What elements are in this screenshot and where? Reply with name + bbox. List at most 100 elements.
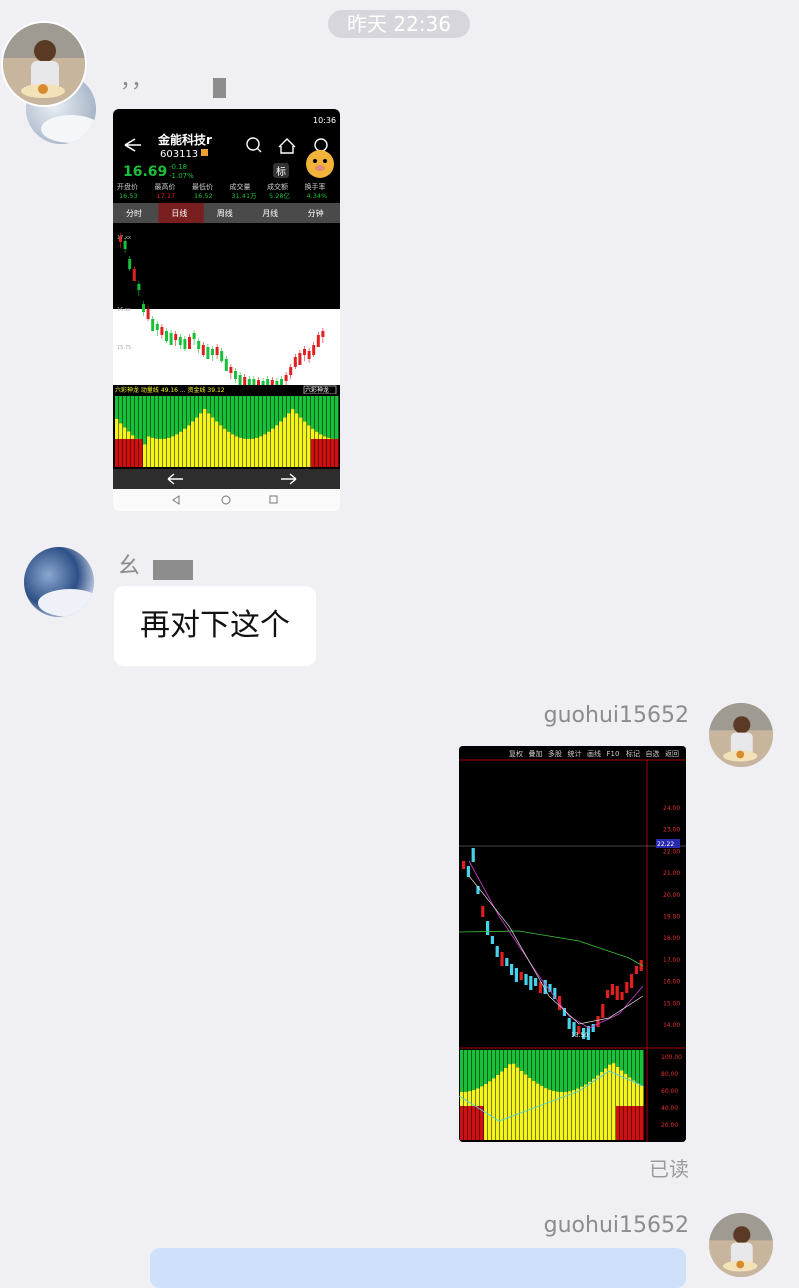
- candle: [466, 866, 470, 877]
- candle: [495, 946, 499, 957]
- svg-text:20.00: 20.00: [661, 1122, 678, 1129]
- stat-value: 31.41万: [232, 192, 258, 200]
- candle: [481, 906, 485, 917]
- stock-name: 金能科技r: [157, 132, 212, 147]
- toolbar-item[interactable]: 叠加: [529, 749, 543, 758]
- svg-text:17.00: 17.00: [663, 957, 680, 964]
- svg-text:15.00: 15.00: [663, 1000, 680, 1007]
- sender-name: 幺: [118, 554, 141, 579]
- read-status: 已读: [649, 1157, 689, 1181]
- stock-change: -0.18: [169, 163, 187, 171]
- candle: [620, 992, 624, 1000]
- avatar-other[interactable]: [24, 547, 94, 617]
- candle: [615, 986, 619, 1000]
- candle: [462, 861, 466, 869]
- person-avatar-icon: [709, 1213, 773, 1277]
- svg-text:18.00: 18.00: [663, 935, 680, 942]
- tab-0[interactable]: 分时: [126, 208, 142, 218]
- candle: [534, 978, 538, 986]
- svg-text:40.00: 40.00: [661, 1105, 678, 1112]
- svg-text:23.00: 23.00: [663, 827, 680, 834]
- svg-text:20.00: 20.00: [663, 892, 680, 899]
- message-bubble[interactable]: 再对下这个: [114, 586, 316, 666]
- stock-app-screenshot[interactable]: 10:36 金能科技r 603113 16.69 -0.18 -1.07% 标 …: [113, 109, 340, 511]
- message-bubble-partial[interactable]: [150, 1248, 686, 1288]
- tab-3[interactable]: 月线: [262, 208, 278, 218]
- timestamp-pill: 昨天 22:36: [328, 10, 470, 38]
- svg-text:17.xx: 17.xx: [117, 235, 131, 241]
- candle: [519, 972, 523, 980]
- svg-text:14.00: 14.00: [663, 1022, 680, 1029]
- candle: [529, 976, 533, 990]
- sender-name: ，，: [120, 68, 154, 93]
- candle: [610, 984, 614, 995]
- stat-label: 成交量: [230, 182, 251, 191]
- toolbar-item[interactable]: 返回: [665, 750, 679, 758]
- svg-text:19.00: 19.00: [663, 914, 680, 921]
- stat-label: 最高价: [155, 182, 176, 191]
- person-avatar-icon: [709, 703, 773, 767]
- svg-text:22.22: 22.22: [657, 841, 674, 848]
- svg-text:16.xx: 16.xx: [117, 307, 131, 313]
- avatar-me[interactable]: [709, 1213, 773, 1277]
- candle: [500, 952, 504, 966]
- cloud-avatar-icon: [24, 547, 94, 617]
- redaction-block: [213, 78, 226, 98]
- candle: [625, 982, 629, 993]
- stat-value: 16.52: [194, 192, 213, 200]
- svg-text:24.00: 24.00: [663, 805, 680, 812]
- candle: [567, 1018, 571, 1029]
- candle: [505, 958, 509, 966]
- svg-text:60.00: 60.00: [661, 1088, 678, 1095]
- svg-text:21.00: 21.00: [663, 870, 680, 877]
- toolbar-item[interactable]: 统计: [568, 749, 582, 758]
- stat-value: 16.53: [119, 192, 138, 200]
- pc-toolbar[interactable]: 复权 叠加 多股 统计 画线 F10 标记 自选 返回: [509, 749, 679, 758]
- tab-1[interactable]: 日线: [171, 208, 187, 218]
- stat-value: 17.17: [157, 192, 176, 200]
- stat-label: 成交额: [267, 182, 288, 191]
- my-name: guohui15652: [543, 1213, 689, 1238]
- stat-label: 开盘价: [117, 182, 138, 191]
- candle: [490, 936, 494, 944]
- tab-4[interactable]: 分钟: [308, 208, 324, 218]
- indicator-toggle[interactable]: 六彩神龙: [305, 386, 329, 394]
- svg-text:100.00: 100.00: [661, 1054, 682, 1061]
- svg-text:16.00: 16.00: [663, 979, 680, 986]
- candle: [606, 990, 610, 998]
- candle: [630, 974, 634, 988]
- candle: [486, 921, 490, 935]
- candle: [514, 968, 518, 982]
- candle: [510, 964, 514, 975]
- pig-mascot-icon: [306, 150, 334, 178]
- avatar-me[interactable]: [709, 703, 773, 767]
- indicator-bar: 六彩神龙 动量线 49.16 ... 资金线 39.12: [115, 386, 225, 394]
- candle: [471, 848, 475, 862]
- candle: [538, 982, 542, 993]
- toolbar-item[interactable]: 画线: [587, 749, 601, 758]
- toolbar-item[interactable]: 多股: [548, 749, 562, 758]
- toolbar-item[interactable]: 自选: [646, 749, 660, 758]
- stock-price: 16.69: [123, 164, 167, 180]
- my-name: guohui15652: [543, 703, 689, 728]
- status-time: 10:36: [313, 116, 336, 125]
- svg-text:13.50: 13.50: [571, 1032, 588, 1039]
- stat-value: 5.28亿: [269, 191, 290, 200]
- person-avatar-icon: [3, 23, 85, 105]
- stat-label: 换手率: [305, 182, 326, 191]
- avatar-me-overlay[interactable]: [1, 21, 87, 107]
- toolbar-item[interactable]: 标记: [626, 749, 640, 758]
- svg-text:80.00: 80.00: [661, 1071, 678, 1078]
- svg-text:15.75: 15.75: [117, 345, 131, 351]
- stock-change-pct: -1.07%: [169, 172, 194, 180]
- toolbar-item[interactable]: F10: [607, 750, 620, 758]
- tag-button[interactable]: 标: [276, 166, 286, 178]
- tab-2[interactable]: 周线: [217, 208, 233, 218]
- candle: [601, 1004, 605, 1018]
- candle: [634, 966, 638, 974]
- stat-label: 最低价: [192, 182, 213, 191]
- candle: [524, 974, 528, 985]
- toolbar-item[interactable]: 复权: [509, 749, 523, 758]
- pc-chart-screenshot[interactable]: 复权 叠加 多股 统计 画线 F10 标记 自选 返回 22.22 24.00 23.00 22.0…: [459, 746, 686, 1142]
- svg-text:22.00: 22.00: [663, 848, 680, 855]
